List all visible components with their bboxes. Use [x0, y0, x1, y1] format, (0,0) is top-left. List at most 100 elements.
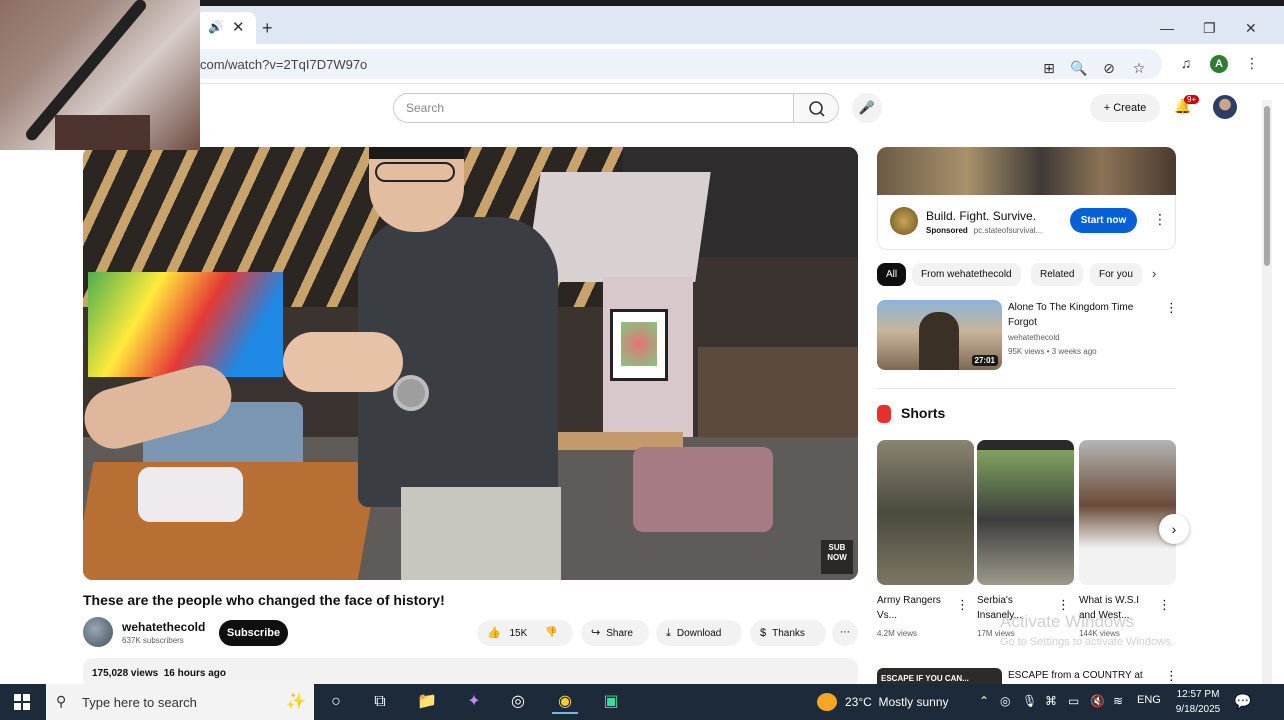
subscribe-watermark[interactable]: SUB NOW	[821, 540, 853, 574]
ad-card[interactable]: Build. Fight. Survive. Sponsored pc.state…	[877, 195, 1176, 250]
recommended-more-icon[interactable]: ⋮	[1165, 668, 1178, 684]
maximize-button[interactable]: ❐	[1203, 20, 1216, 37]
zoom-icon[interactable]: 🔍	[1070, 59, 1088, 77]
channel-name[interactable]: wehatethecold	[122, 620, 205, 634]
voice-search-button[interactable]: 🎤	[852, 93, 882, 123]
chip-related[interactable]: Related	[1031, 263, 1084, 286]
media-app-icon[interactable]: ▣	[598, 690, 624, 714]
short-thumbnail-1[interactable]	[877, 440, 974, 585]
new-tab-button[interactable]: +	[262, 18, 273, 39]
view-count: 175,028 views 16 hours ago	[92, 668, 226, 679]
language-indicator[interactable]: ENG	[1137, 694, 1161, 706]
task-view-icon[interactable]: ⧉	[367, 690, 393, 714]
page-scrollbar[interactable]	[1262, 100, 1272, 684]
chip-for-you[interactable]: For you	[1090, 263, 1142, 286]
tray-mic-icon[interactable]: 🎙	[1022, 694, 1037, 708]
media-control-icon[interactable]: ♫	[1177, 54, 1195, 72]
tray-ring-icon[interactable]: ◎	[1000, 694, 1010, 708]
recommended-title-2[interactable]: ESCAPE from a COUNTRY at	[1008, 670, 1143, 681]
tab-audio-icon[interactable]: 🔊	[208, 20, 223, 34]
thanks-button[interactable]: $ Thanks	[750, 620, 826, 646]
notifications-icon[interactable]: 💬	[1234, 693, 1251, 710]
close-window-button[interactable]: ✕	[1245, 20, 1257, 37]
search-icon: ⚲	[56, 693, 67, 709]
tray-meet-icon[interactable]: ⌘	[1045, 694, 1057, 708]
short-thumbnail-2[interactable]	[977, 440, 1074, 585]
search-input[interactable]: Search	[393, 93, 793, 123]
activate-windows-subtext: Go to Settings to activate Windows.	[1000, 636, 1174, 648]
taskbar-search-input[interactable]: ⚲ Type here to search ✨	[46, 684, 314, 720]
taskbar-clock[interactable]: 12:57 PM 9/18/2025	[1168, 687, 1228, 717]
windows-taskbar: ⚲ Type here to search ✨ ○ ⧉ 📁 ✦ ◎ ◉ ▣ 23…	[0, 684, 1284, 720]
taskbar-search-placeholder: Type here to search	[82, 695, 197, 710]
app-ring-icon[interactable]: ◎	[505, 690, 531, 714]
browser-menu-icon[interactable]: ⋮	[1243, 54, 1261, 72]
tracking-eye-off-icon[interactable]: ⊘	[1100, 59, 1118, 77]
recommended-channel[interactable]: wehatethecold	[1008, 333, 1060, 342]
chrome-icon[interactable]: ◉	[552, 690, 578, 714]
channel-avatar[interactable]	[83, 617, 113, 647]
upload-time: 16 hours ago	[163, 668, 226, 679]
shorts-next-button[interactable]: ›	[1159, 514, 1189, 544]
tab-close-icon[interactable]: ✕	[232, 18, 245, 36]
search-icon	[809, 101, 825, 117]
short-more-icon[interactable]: ⋮	[956, 597, 969, 613]
scrollbar-thumb[interactable]	[1264, 106, 1270, 266]
thanks-label: Thanks	[772, 628, 805, 639]
more-horizontal-icon: ⋯	[840, 627, 850, 638]
file-explorer-icon[interactable]: 📁	[414, 690, 440, 714]
chip-from-channel[interactable]: From wehatethecold	[912, 263, 1021, 286]
weather-icon[interactable]	[817, 693, 837, 711]
cortana-icon[interactable]: ○	[323, 690, 349, 714]
divider	[877, 388, 1176, 389]
notification-badge: 9+	[1184, 95, 1200, 104]
subscribe-button[interactable]: Subscribe	[219, 620, 288, 646]
volume-icon[interactable]: 🔇	[1090, 694, 1105, 708]
battery-icon[interactable]: ▭	[1068, 694, 1079, 708]
search-button[interactable]	[793, 93, 839, 123]
copilot-icon[interactable]: ✦	[461, 690, 487, 714]
short-title[interactable]: Army Rangers Vs...	[877, 593, 955, 623]
address-bar[interactable]: com/watch?v=2TqI7D7W97o ⊞ 🔍 ⊘ ☆	[150, 49, 1162, 79]
windows-start-icon[interactable]	[14, 694, 30, 710]
dislike-button[interactable]: 👎	[545, 620, 557, 646]
sparkle-icon: ✨	[286, 693, 306, 710]
like-button[interactable]: 👍 15K	[487, 620, 527, 647]
install-app-icon[interactable]: ⊞	[1040, 59, 1058, 77]
clock-date: 9/18/2025	[1175, 704, 1221, 715]
shorts-icon	[877, 405, 891, 423]
thumbs-down-icon: 👎	[545, 627, 558, 638]
recommended-thumbnail-2[interactable]: ESCAPE IF YOU CAN...	[877, 668, 1002, 684]
short-more-icon[interactable]: ⋮	[1057, 597, 1070, 613]
video-duration: 27:01	[971, 355, 998, 366]
profile-avatar[interactable]: A	[1210, 55, 1228, 73]
ad-banner-image[interactable]	[877, 147, 1176, 195]
short-thumbnail-3[interactable]	[1079, 440, 1176, 585]
recommended-more-icon[interactable]: ⋮	[1165, 300, 1178, 316]
weather-text[interactable]: 23°C Mostly sunny	[845, 695, 949, 709]
more-actions-button[interactable]: ⋯	[832, 620, 858, 646]
download-button[interactable]: ⤓ Download	[656, 620, 742, 646]
chip-all[interactable]: All	[877, 263, 907, 286]
short-more-icon[interactable]: ⋮	[1158, 597, 1171, 613]
wifi-icon[interactable]: ≋	[1113, 694, 1123, 708]
ad-logo	[890, 207, 918, 235]
chevron-right-icon[interactable]: ›	[1152, 266, 1156, 281]
video-player[interactable]: SUB NOW	[83, 147, 858, 580]
video-title: These are the people who changed the fac…	[83, 592, 445, 608]
tray-chevron-icon[interactable]: ⌃	[979, 694, 989, 708]
url-text[interactable]: com/watch?v=2TqI7D7W97o	[200, 57, 367, 72]
ad-more-icon[interactable]: ⋮	[1153, 211, 1167, 228]
user-avatar[interactable]	[1213, 95, 1237, 119]
recommended-thumbnail[interactable]: 27:01	[877, 300, 1002, 370]
ad-sponsored-line: Sponsored pc.stateofsurvival...	[926, 226, 1043, 235]
minimize-button[interactable]: —	[1160, 20, 1174, 36]
share-button[interactable]: ↪ Share	[581, 620, 649, 646]
create-label: Create	[1113, 102, 1147, 114]
ad-start-now-button[interactable]: Start now	[1070, 208, 1137, 233]
thumbs-up-icon: 👍	[487, 627, 501, 639]
bookmark-star-icon[interactable]: ☆	[1130, 59, 1148, 77]
recommended-title[interactable]: Alone To The Kingdom Time Forgot	[1008, 300, 1158, 330]
active-tab[interactable]: 🔊 ✕	[196, 12, 256, 44]
create-button[interactable]: + Create	[1090, 94, 1160, 122]
